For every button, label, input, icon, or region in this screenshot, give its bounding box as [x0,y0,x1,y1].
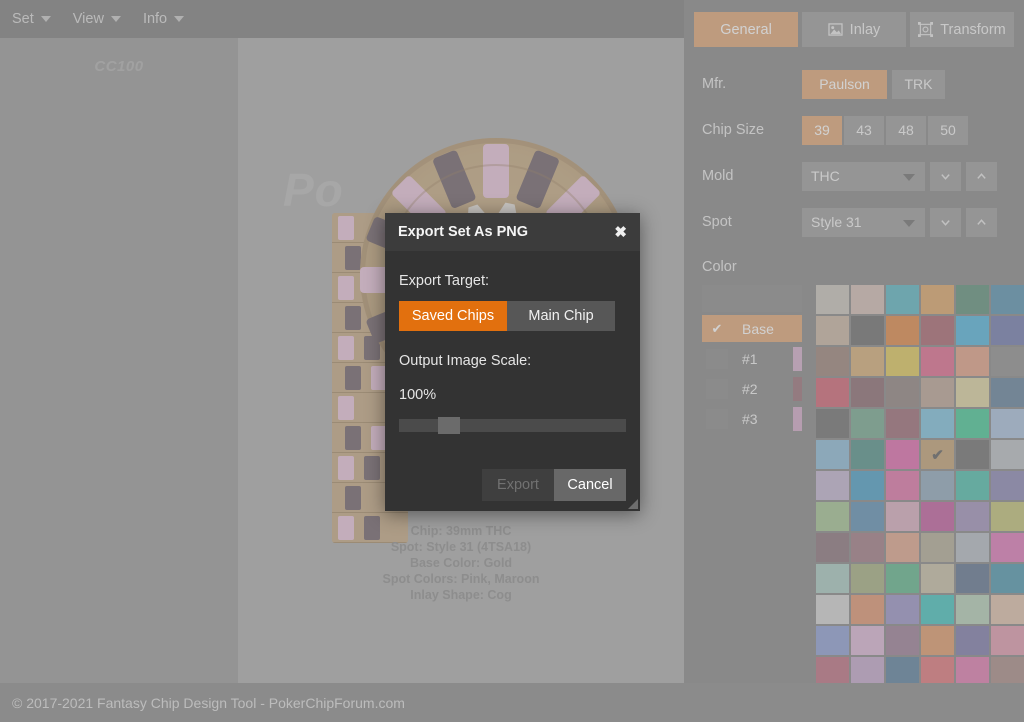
export-button-label: Export [497,477,539,493]
output-scale-value: 100% [399,387,437,403]
export-dialog-title: Export Set As PNG [398,224,528,240]
export-target-main-chip[interactable]: Main Chip [507,301,615,331]
export-dialog-body: Export Target: Saved Chips Main Chip Out… [385,251,640,434]
app-root: Set View Info CC100 Po Chip: 39mm THC Sp… [0,0,1024,722]
export-target-saved-chips-label: Saved Chips [411,308,495,324]
output-scale-slider[interactable] [399,417,626,434]
export-dialog-footer: Export Cancel [385,469,640,501]
export-target-group: Saved Chips Main Chip [399,301,626,331]
cancel-button-label: Cancel [567,477,613,493]
cancel-button[interactable]: Cancel [554,469,626,501]
export-target-saved-chips[interactable]: Saved Chips [399,301,507,331]
export-dialog: Export Set As PNG ✖ Export Target: Saved… [385,213,640,511]
resize-grip-icon[interactable] [628,499,638,509]
export-target-main-chip-label: Main Chip [528,308,594,324]
output-scale-label: Output Image Scale: [399,353,532,369]
export-dialog-titlebar[interactable]: Export Set As PNG ✖ [385,213,640,251]
export-button[interactable]: Export [482,469,554,501]
close-icon[interactable]: ✖ [614,223,627,241]
export-target-label: Export Target: [399,273,490,289]
output-scale-slider-handle[interactable] [437,417,460,434]
